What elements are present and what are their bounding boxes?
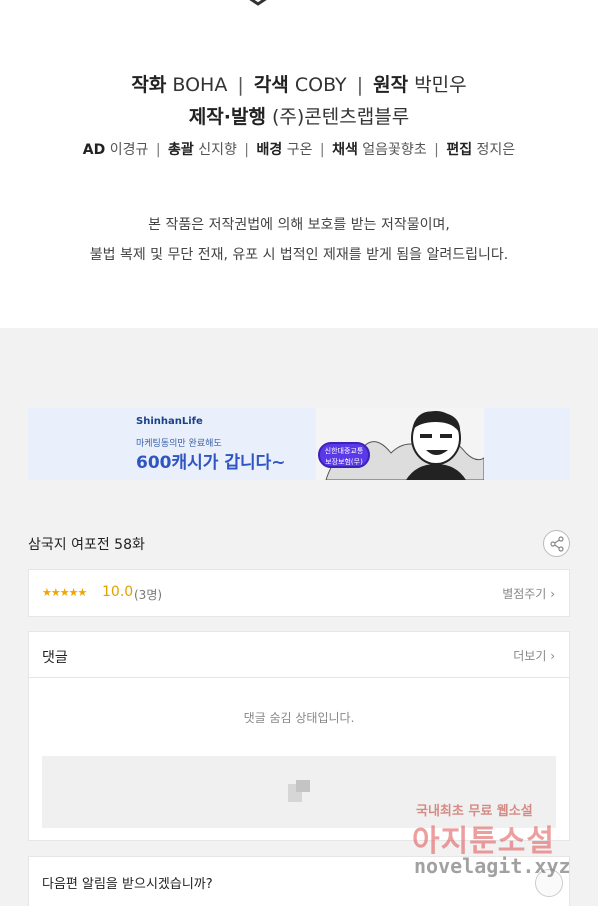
- credits-line-staff: AD 이경규 | 총괄 신지향 | 배경 구온 | 채색 얼음꽃향초 | 편집 …: [0, 139, 598, 159]
- credits-line-main: 작화 BOHA | 각색 COBY | 원작 박민우: [0, 70, 598, 97]
- staff-name-background: 구온: [286, 142, 313, 158]
- banner-badge: 신한대중교통 보장보험(무): [318, 442, 370, 468]
- logo-icon: [249, 0, 267, 6]
- separator: |: [237, 74, 244, 96]
- share-icon: [550, 536, 564, 552]
- banner-headline: 600캐시가 갑니다~: [136, 453, 286, 473]
- staff-name-color: 얼음꽃향초: [362, 142, 427, 158]
- image-placeholder-icon: [288, 780, 310, 802]
- original-label: 원작: [373, 74, 409, 96]
- separator: |: [434, 142, 439, 158]
- staff-label-color: 채색: [332, 142, 358, 158]
- art-label: 작화: [131, 74, 167, 96]
- share-button[interactable]: [543, 530, 570, 557]
- adapt-label: 각색: [253, 74, 289, 96]
- banner-badge-line1: 신한대중교통: [324, 447, 364, 455]
- art-name: BOHA: [172, 74, 228, 96]
- copyright-notice-line2: 불법 복제 및 무단 전재, 유포 시 법적인 제재를 받게 됨을 알려드립니다…: [89, 247, 509, 263]
- rating-score: 10.0: [102, 584, 134, 600]
- star-rating-icon: ★★★★★: [42, 586, 87, 599]
- rating-count: (3명): [134, 588, 163, 602]
- credits-section: 작화 BOHA | 각색 COBY | 원작 박민우 제작·발행 (주)콘텐츠랩…: [0, 0, 598, 328]
- chevron-right-icon: ›: [550, 649, 555, 663]
- ad-banner[interactable]: ShinhanLife 마케팅동의만 완료해도 600캐시가 갑니다~ 신한대중…: [28, 408, 570, 480]
- rate-button-label: 별점주기: [502, 587, 547, 601]
- rate-button[interactable]: 별점주기 ›: [502, 585, 555, 602]
- staff-label-background: 배경: [256, 142, 283, 158]
- comment-title: 댓글: [42, 650, 68, 666]
- separator: |: [155, 142, 161, 158]
- watermark-line3: novelagit.xyz: [414, 854, 571, 878]
- separator: |: [356, 74, 364, 96]
- rating-card: ★★★★★ 10.0 (3명) 별점주기 ›: [28, 569, 570, 617]
- banner-badge-line2: 보장보험(무): [325, 458, 363, 466]
- banner-brand: ShinhanLife: [136, 416, 203, 427]
- separator: |: [244, 142, 250, 158]
- staff-name-ad: 이경규: [109, 142, 149, 158]
- staff-label-ad: AD: [82, 142, 106, 158]
- comments-more-button[interactable]: 더보기 ›: [513, 647, 555, 664]
- separator: |: [319, 142, 325, 158]
- adapt-name: COBY: [294, 74, 347, 96]
- episode-title: 삼국지 여포전 58화: [28, 537, 145, 553]
- production-name: (주)콘텐츠랩블루: [272, 106, 410, 128]
- copyright-notice-line1: 본 작품은 저작권법에 의해 보호를 받는 저작물이며,: [148, 217, 450, 233]
- chevron-right-icon: ›: [550, 587, 555, 601]
- staff-label-director: 총괄: [167, 142, 194, 158]
- staff-name-editor: 정지은: [476, 142, 516, 158]
- staff-label-editor: 편집: [446, 142, 473, 158]
- notify-question: 다음편 알림을 받으시겠습니까?: [42, 877, 213, 892]
- comments-hidden-message: 댓글 숨김 상태입니다.: [243, 711, 355, 725]
- staff-name-director: 신지향: [198, 142, 237, 158]
- comment-header: 댓글 더보기 ›: [29, 632, 569, 678]
- comments-more-label: 더보기: [513, 649, 547, 663]
- original-name: 박민우: [414, 74, 467, 96]
- watermark: 국내최초 무료 웹소설 아지툰소설 novelagit.xyz: [410, 798, 580, 890]
- production-label: 제작·발행: [188, 106, 266, 128]
- credits-line-production: 제작·발행 (주)콘텐츠랩블루: [0, 102, 598, 129]
